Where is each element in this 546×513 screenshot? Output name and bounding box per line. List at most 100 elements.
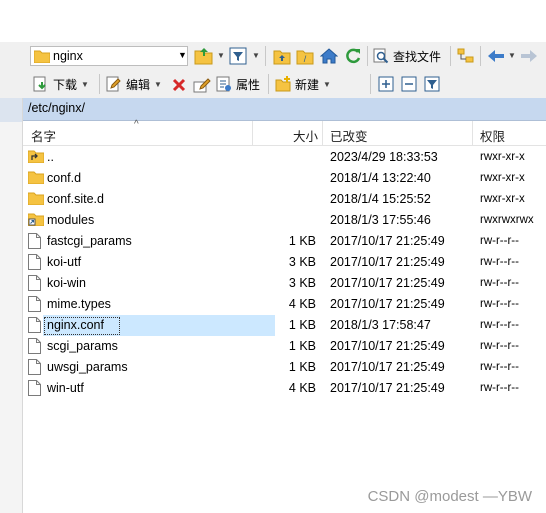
file-modified: 2017/10/17 21:25:49 — [330, 381, 445, 395]
open-folder-icon[interactable] — [194, 47, 214, 65]
file-row[interactable]: nginx.conf 1 KB 2018/1/3 17:58:47 rw-r--r-- — [23, 315, 546, 336]
watermark: CSDN @modest —YBW — [367, 488, 532, 505]
edit-button[interactable]: 编辑 ▼ — [106, 74, 162, 94]
file-row[interactable]: .. 2023/4/29 18:33:53 rwxr-xr-x — [23, 147, 546, 168]
tree-view-icon[interactable] — [457, 47, 475, 65]
file-permissions: rw-r--r-- — [480, 319, 519, 331]
file-name: koi-utf — [47, 255, 82, 269]
column-header — [23, 121, 546, 146]
path-combo-value: nginx — [53, 49, 83, 63]
chevron-down-icon[interactable]: ▼ — [81, 80, 89, 89]
rename-icon[interactable] — [193, 76, 211, 94]
new-button[interactable]: 新建 ▼ — [275, 74, 331, 94]
file-size: 4 KB — [288, 297, 316, 311]
file-permissions: rw-r--r-- — [480, 340, 519, 352]
file-modified: 2018/1/3 17:55:46 — [330, 213, 431, 227]
download-label: 下载 — [53, 77, 78, 92]
separator — [480, 46, 481, 66]
download-icon — [33, 76, 49, 92]
filter-icon[interactable] — [229, 47, 247, 65]
column-permissions[interactable]: 权限 — [480, 126, 505, 145]
file-row[interactable]: koi-utf 3 KB 2017/10/17 21:25:49 rw-r--r-- — [23, 252, 546, 273]
column-size[interactable]: 大小 — [293, 126, 318, 145]
file-modified: 2017/10/17 21:25:49 — [330, 360, 445, 374]
folder-icon — [28, 191, 44, 205]
column-divider[interactable] — [252, 121, 253, 145]
file-permissions: rwxrwxrwx — [480, 214, 534, 226]
edit-label: 编辑 — [126, 77, 151, 92]
folder-link-icon — [28, 212, 44, 226]
file-name: conf.d — [47, 171, 82, 185]
file-row[interactable]: uwsgi_params 1 KB 2017/10/17 21:25:49 rw-r-… — [23, 357, 546, 378]
file-row[interactable]: conf.site.d 2018/1/4 15:25:52 rwxr-xr-x — [23, 189, 546, 210]
column-modified[interactable]: 已改变 — [330, 126, 368, 145]
back-arrow-icon[interactable] — [487, 48, 505, 64]
column-divider[interactable] — [472, 121, 473, 145]
file-permissions: rw-r--r-- — [480, 277, 519, 289]
home-icon[interactable] — [320, 47, 338, 65]
file-row[interactable]: koi-win 3 KB 2017/10/17 21:25:49 rw-r--r-- — [23, 273, 546, 294]
chevron-down-icon[interactable]: ▼ — [508, 51, 516, 60]
local-pane-edge — [0, 98, 23, 513]
chevron-down-icon[interactable]: ▼ — [154, 80, 162, 89]
file-name: .. — [47, 150, 54, 164]
file-row[interactable]: conf.d 2018/1/4 13:22:40 rwxr-xr-x — [23, 168, 546, 189]
column-divider[interactable] — [322, 121, 323, 145]
file-permissions: rwxr-xr-x — [480, 172, 525, 184]
file-name: uwsgi_params — [47, 360, 128, 374]
file-modified: 2017/10/17 21:25:49 — [330, 297, 445, 311]
file-permissions: rw-r--r-- — [480, 382, 519, 394]
new-label: 新建 — [295, 77, 320, 92]
file-permissions: rw-r--r-- — [480, 298, 519, 310]
local-pane-path-edge — [0, 98, 22, 122]
file-size: 1 KB — [288, 339, 316, 353]
current-path: /etc/nginx/ — [28, 101, 85, 115]
expand-icon[interactable] — [378, 76, 394, 92]
collapse-icon[interactable] — [401, 76, 417, 92]
file-name: nginx.conf — [47, 318, 104, 332]
separator — [99, 74, 100, 94]
parent-folder-icon — [28, 149, 44, 163]
forward-arrow-icon[interactable] — [520, 48, 538, 64]
folder-icon — [28, 170, 44, 184]
filter-icon[interactable] — [424, 76, 440, 92]
root-directory-icon[interactable]: / — [296, 47, 314, 65]
separator — [367, 46, 368, 66]
properties-button[interactable]: 属性 — [216, 74, 260, 94]
path-bar[interactable] — [23, 98, 546, 121]
file-icon — [28, 296, 41, 312]
file-row[interactable]: scgi_params 1 KB 2017/10/17 21:25:49 rw-r--… — [23, 336, 546, 357]
separator — [450, 46, 451, 66]
separator — [370, 74, 371, 94]
refresh-icon[interactable] — [344, 47, 362, 65]
parent-directory-icon[interactable] — [273, 47, 291, 65]
separator — [268, 74, 269, 94]
file-name: koi-win — [47, 276, 86, 290]
file-name: scgi_params — [47, 339, 118, 353]
download-button[interactable]: 下载 ▼ — [33, 74, 89, 94]
file-permissions: rw-r--r-- — [480, 256, 519, 268]
file-name: modules — [47, 213, 95, 227]
delete-icon[interactable] — [171, 77, 187, 93]
file-icon — [28, 254, 41, 270]
file-permissions: rwxr-xr-x — [480, 193, 525, 205]
file-size: 1 KB — [288, 318, 316, 332]
chevron-down-icon[interactable]: ▼ — [323, 80, 331, 89]
path-combo[interactable]: nginx ▼ — [30, 46, 188, 66]
top-strip — [0, 0, 546, 42]
file-modified: 2018/1/4 15:25:52 — [330, 192, 431, 206]
file-icon — [28, 338, 41, 354]
file-row[interactable]: modules 2018/1/3 17:55:46 rwxrwxrwx — [23, 210, 546, 231]
file-permissions: rwxr-xr-x — [480, 151, 525, 163]
file-icon — [28, 380, 41, 396]
chevron-down-icon[interactable]: ▼ — [252, 51, 260, 60]
chevron-down-icon[interactable]: ▼ — [178, 50, 187, 60]
find-files-button[interactable]: 查找文件 — [373, 46, 441, 66]
file-row[interactable]: win-utf 4 KB 2017/10/17 21:25:49 rw-r--r-- — [23, 378, 546, 399]
folder-icon — [34, 49, 50, 63]
file-permissions: rw-r--r-- — [480, 235, 519, 247]
file-row[interactable]: mime.types 4 KB 2017/10/17 21:25:49 rw-r--r… — [23, 294, 546, 315]
chevron-down-icon[interactable]: ▼ — [217, 51, 225, 60]
file-row[interactable]: fastcgi_params 1 KB 2017/10/17 21:25:49 rw-… — [23, 231, 546, 252]
column-name[interactable]: 名字 — [31, 126, 56, 145]
